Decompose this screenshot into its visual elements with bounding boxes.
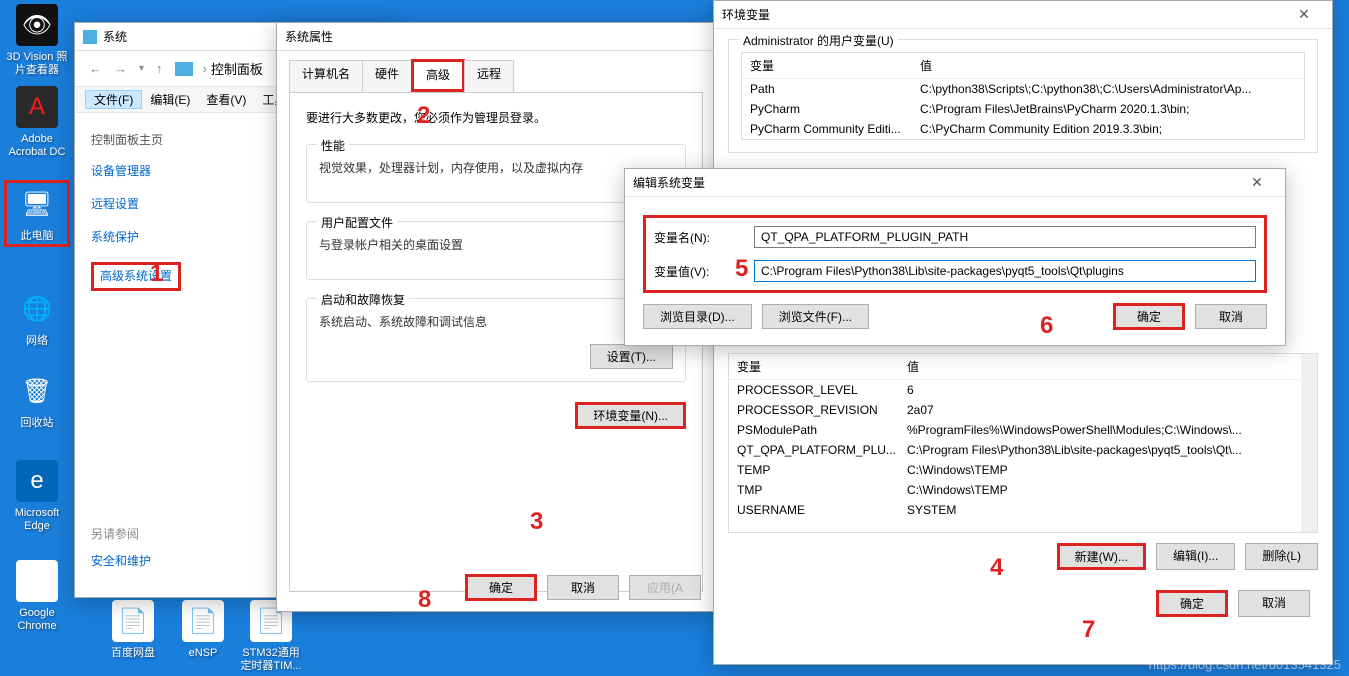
var-val-input[interactable]: [754, 260, 1256, 282]
admin-note: 要进行大多数更改，您必须作为管理员登录。: [306, 109, 686, 126]
anno-6: 6: [1040, 312, 1053, 340]
var-name-label: 变量名(N):: [654, 229, 754, 246]
security-link[interactable]: 安全和维护: [91, 552, 151, 571]
tab[interactable]: 硬件: [362, 60, 412, 93]
env-vars-button[interactable]: 环境变量(N)...: [575, 402, 686, 429]
edit-var-window: 编辑系统变量 ✕ 变量名(N): 变量值(V): 浏览目录(D)... 浏览文件…: [624, 168, 1286, 346]
pc-icon: [175, 62, 193, 76]
scrollbar[interactable]: [1301, 354, 1317, 532]
table-row[interactable]: TMPC:\Windows\TEMP: [729, 480, 1317, 500]
see-also: 另请参阅: [91, 525, 151, 542]
dropdown-icon[interactable]: ▾: [133, 63, 150, 74]
cancel-button[interactable]: 取消: [1195, 304, 1267, 329]
anno-4: 4: [990, 554, 1003, 582]
anno-7: 7: [1082, 616, 1095, 644]
close-icon[interactable]: ✕: [1284, 6, 1324, 23]
desktop-icon[interactable]: 👁3D Vision 照片查看器: [4, 4, 70, 78]
table-row[interactable]: PSModulePath%ProgramFiles%\WindowsPowerS…: [729, 420, 1317, 440]
table-row[interactable]: PyCharmC:\Program Files\JetBrains\PyChar…: [742, 99, 1304, 119]
tab[interactable]: 远程: [464, 60, 514, 93]
tab[interactable]: 计算机名: [289, 60, 363, 93]
anno-3: 3: [530, 508, 543, 536]
up-icon[interactable]: ↑: [150, 61, 169, 76]
app-icon: [83, 30, 97, 44]
anno-8: 8: [418, 586, 431, 614]
menu-item[interactable]: 查看(V): [198, 91, 254, 108]
desktop-icon[interactable]: 🌐网络: [4, 288, 70, 349]
var-name-input[interactable]: [754, 226, 1256, 248]
desktop-icon[interactable]: eMicrosoft Edge: [4, 460, 70, 534]
anno-1: 1: [150, 260, 163, 288]
table-row[interactable]: PathC:\python38\Scripts\;C:\python38\;C:…: [742, 79, 1304, 99]
window-title: 编辑系统变量: [633, 174, 1237, 191]
desktop-icon[interactable]: 📄百度网盘: [100, 600, 166, 661]
new-button[interactable]: 新建(W)...: [1057, 543, 1146, 570]
sys-vars-group: 变量值 PROCESSOR_LEVEL6PROCESSOR_REVISION2a…: [728, 353, 1318, 533]
ok-button[interactable]: 确定: [465, 574, 537, 601]
user-vars-group: Administrator 的用户变量(U) 变量值 PathC:\python…: [728, 39, 1318, 153]
table-row[interactable]: QT_QPA_PLATFORM_PLU...C:\Program Files\P…: [729, 440, 1317, 460]
close-icon[interactable]: ✕: [1237, 174, 1277, 191]
edit-button[interactable]: 编辑(I)...: [1156, 543, 1235, 570]
tab[interactable]: 高级: [411, 59, 465, 92]
menu-item[interactable]: 文件(F): [85, 90, 142, 109]
delete-button[interactable]: 删除(L): [1245, 543, 1318, 570]
browse-file-button[interactable]: 浏览文件(F)...: [762, 304, 869, 329]
ok-button[interactable]: 确定: [1156, 590, 1228, 617]
apply-button[interactable]: 应用(A: [629, 575, 701, 600]
ok-button[interactable]: 确定: [1113, 303, 1185, 330]
table-row[interactable]: PROCESSOR_LEVEL6: [729, 380, 1317, 400]
tab-bar: 计算机名硬件高级远程: [277, 51, 715, 92]
table-row[interactable]: PyCharm Community Editi...C:\PyCharm Com…: [742, 119, 1304, 139]
table-row[interactable]: PROCESSOR_REVISION2a07: [729, 400, 1317, 420]
browse-dir-button[interactable]: 浏览目录(D)...: [643, 304, 752, 329]
back-icon[interactable]: ←: [83, 61, 108, 76]
menu-item[interactable]: 编辑(E): [142, 91, 198, 108]
breadcrumb[interactable]: 控制面板: [211, 59, 263, 78]
window-title: 环境变量: [722, 6, 1284, 23]
desktop-icon[interactable]: 🗑回收站: [4, 370, 70, 431]
table-row[interactable]: USERNAMESYSTEM: [729, 500, 1317, 520]
desktop-icon[interactable]: 📄eNSP: [170, 600, 236, 661]
titlebar[interactable]: 编辑系统变量 ✕: [625, 169, 1285, 197]
forward-icon[interactable]: →: [108, 61, 133, 76]
desktop-icon[interactable]: ◐Google Chrome: [4, 560, 70, 634]
window-title: 系统属性: [285, 28, 707, 45]
sidebar-link[interactable]: 高级系统设置: [91, 262, 181, 291]
anno-5: 5: [735, 255, 748, 283]
desktop-icon[interactable]: AAdobe Acrobat DC: [4, 86, 70, 160]
watermark: https://blog.csdn.net/u013541325: [1149, 657, 1341, 672]
cancel-button[interactable]: 取消: [1238, 590, 1310, 617]
titlebar[interactable]: 系统属性: [277, 23, 715, 51]
titlebar[interactable]: 环境变量 ✕: [714, 1, 1332, 29]
table-row[interactable]: TEMPC:\Windows\TEMP: [729, 460, 1317, 480]
anno-2: 2: [417, 102, 430, 130]
user-vars-table: 变量值 PathC:\python38\Scripts\;C:\python38…: [741, 52, 1305, 140]
cancel-button[interactable]: 取消: [547, 575, 619, 600]
desktop-icon[interactable]: 🖥此电脑: [4, 180, 70, 247]
